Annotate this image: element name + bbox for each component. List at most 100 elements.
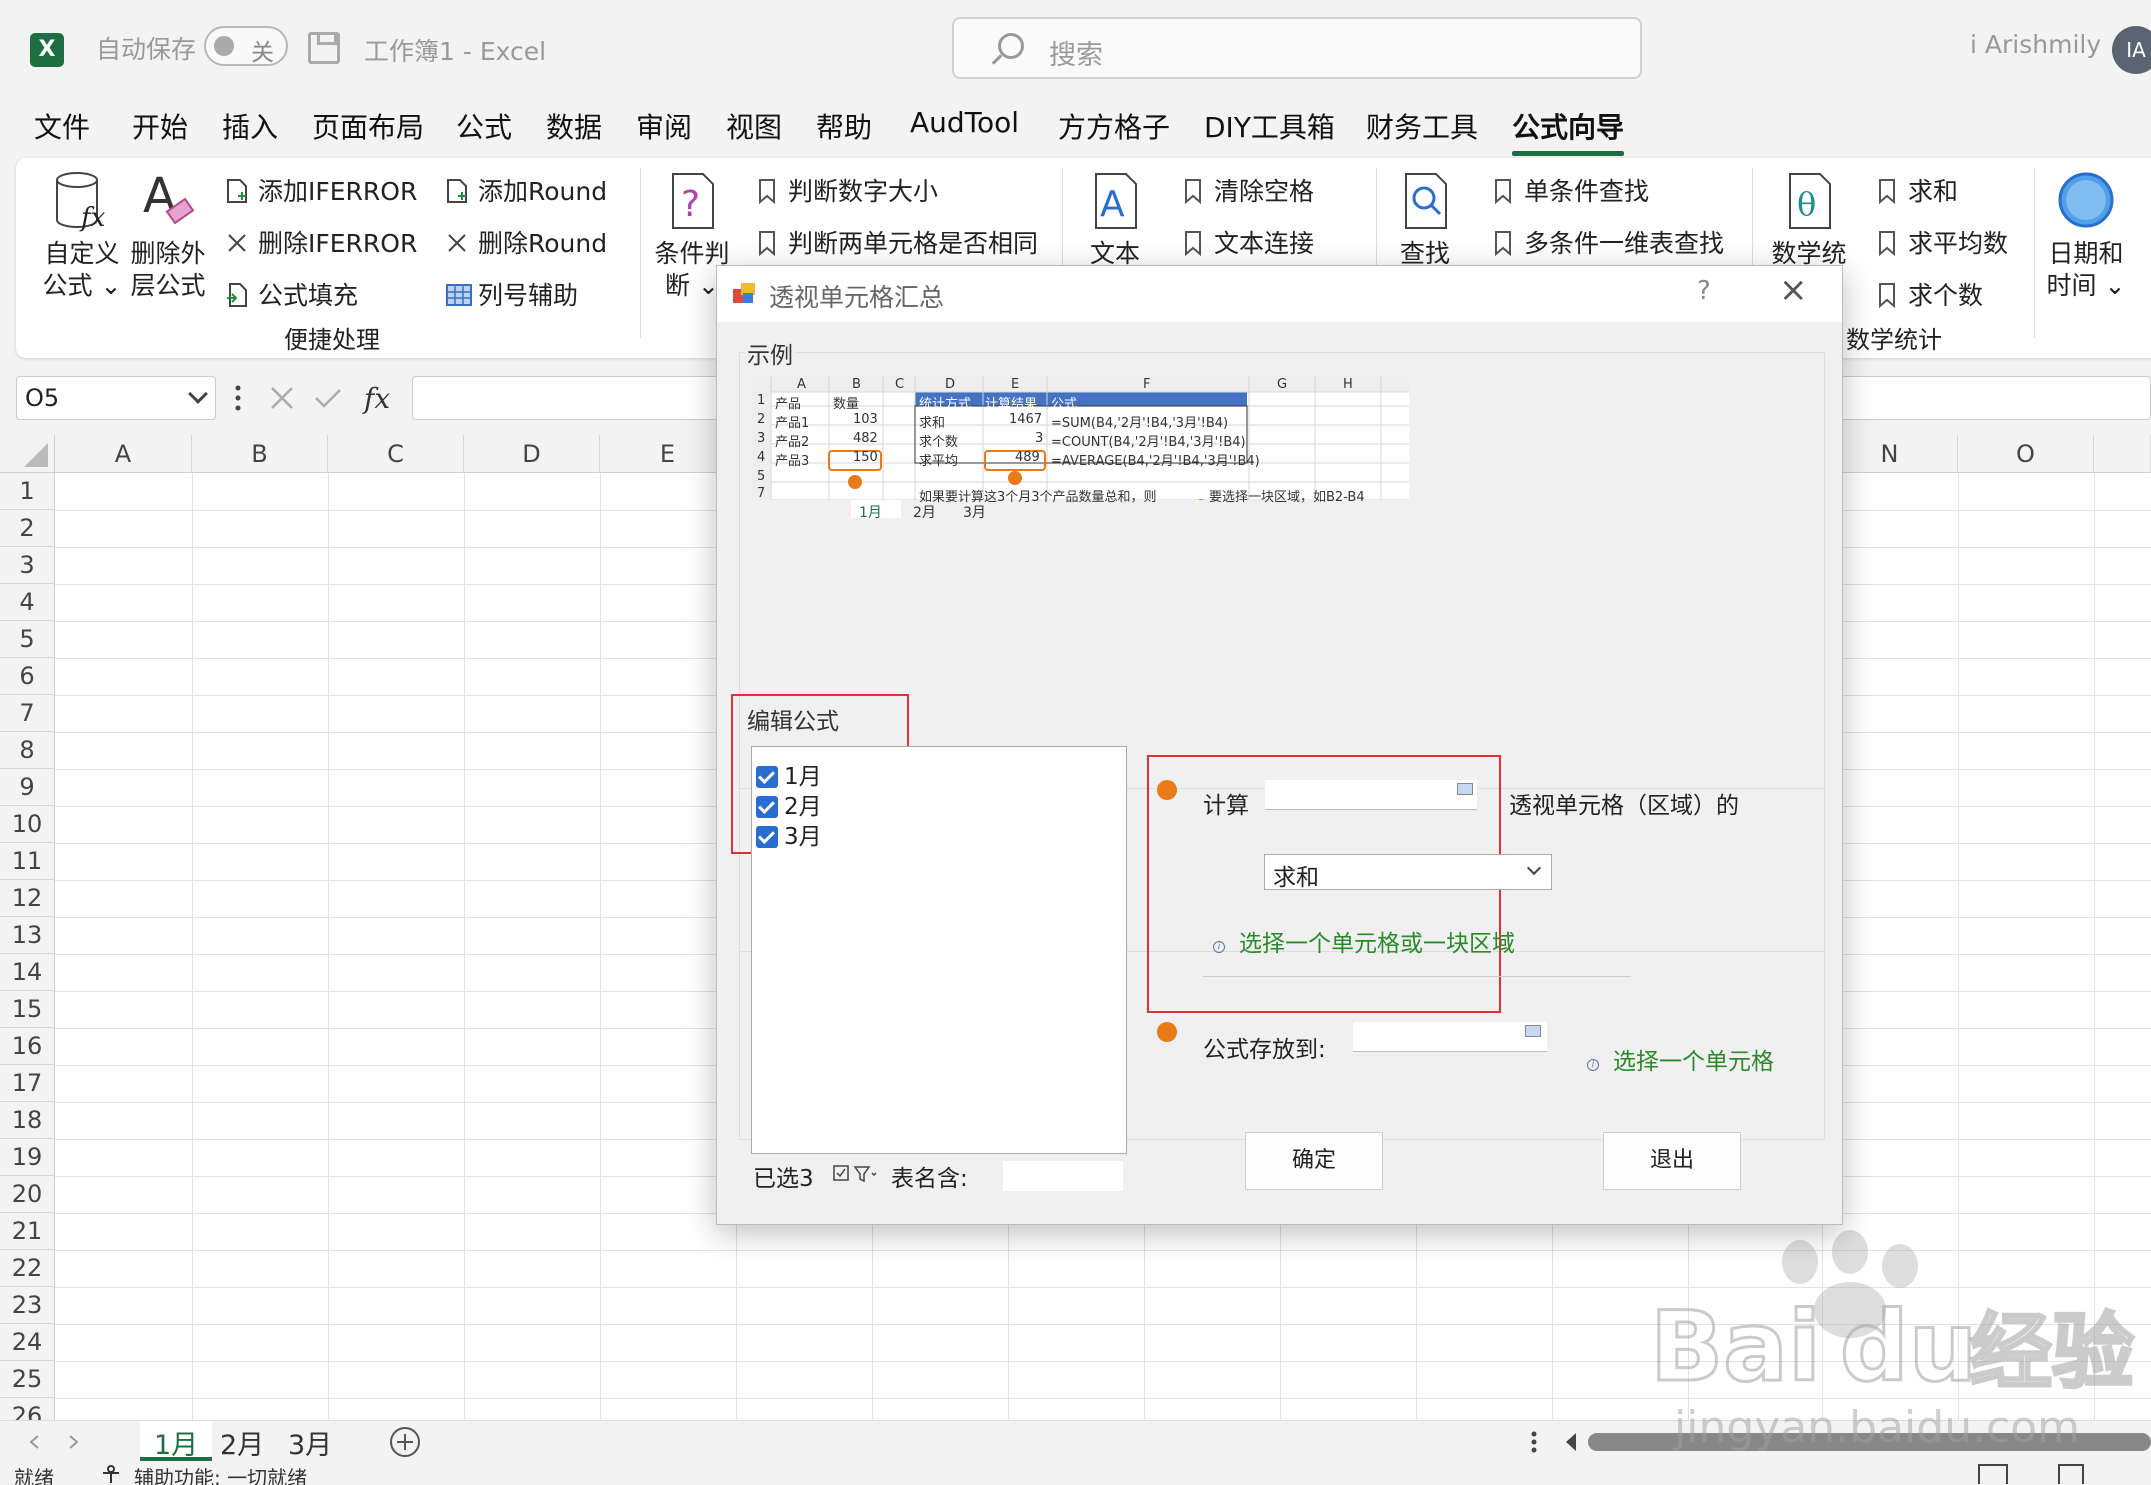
row-header[interactable]: 6: [0, 658, 55, 695]
column-header-b[interactable]: B: [192, 435, 328, 473]
user-name[interactable]: i Arishmily: [1970, 30, 2101, 59]
search-box[interactable]: 搜索: [952, 17, 1642, 79]
row-header[interactable]: 20: [0, 1176, 55, 1213]
tab-data[interactable]: 数据: [546, 106, 602, 146]
row-header[interactable]: 24: [0, 1324, 55, 1361]
column-header-p[interactable]: [2094, 435, 2151, 473]
cell-picker-icon[interactable]: [1525, 1025, 1541, 1037]
delete-round-button[interactable]: 删除Round: [446, 224, 607, 260]
autosave-toggle[interactable]: 关: [204, 26, 288, 66]
save-icon[interactable]: [308, 32, 340, 64]
tab-home[interactable]: 开始: [132, 106, 188, 146]
row-header[interactable]: 5: [0, 621, 55, 658]
row-header[interactable]: 17: [0, 1065, 55, 1102]
list-item[interactable]: 3月: [756, 817, 822, 850]
tab-review[interactable]: 审阅: [636, 106, 692, 146]
multi-condition-lookup-button[interactable]: 多条件一维表查找: [1492, 224, 1724, 260]
row-header[interactable]: 9: [0, 769, 55, 806]
more-options-icon[interactable]: [1528, 1429, 1548, 1455]
column-header-a[interactable]: A: [55, 435, 192, 473]
judge-cells-equal-button[interactable]: 判断两单元格是否相同: [756, 224, 1038, 260]
list-item[interactable]: 1月: [756, 757, 822, 790]
custom-formula-button[interactable]: fx 自定义 公式 ⌄: [42, 170, 122, 302]
normal-view-icon[interactable]: [1978, 1464, 2008, 1484]
row-header[interactable]: 21: [0, 1213, 55, 1250]
select-all-corner[interactable]: [0, 435, 55, 473]
insert-function-icon[interactable]: fx: [362, 382, 390, 415]
help-button[interactable]: ?: [1697, 276, 1711, 306]
sheet-nav-arrows-icon[interactable]: [26, 1431, 86, 1453]
sheet-tab-mar[interactable]: 3月: [274, 1421, 346, 1461]
status-accessibility[interactable]: 辅助功能: 一切就绪: [134, 1462, 307, 1485]
column-number-helper-button[interactable]: 列号辅助: [446, 276, 578, 312]
sum-button[interactable]: 求和: [1876, 172, 1958, 208]
tab-view[interactable]: 视图: [726, 106, 782, 146]
list-item[interactable]: 2月: [756, 787, 822, 820]
target-cell-input[interactable]: [1353, 1022, 1547, 1052]
row-header[interactable]: 16: [0, 1028, 55, 1065]
ok-button[interactable]: 确定: [1245, 1132, 1383, 1190]
row-header[interactable]: 22: [0, 1250, 55, 1287]
tab-file[interactable]: 文件: [34, 106, 90, 146]
range-picker-icon[interactable]: [1457, 783, 1473, 795]
row-header[interactable]: 1: [0, 473, 55, 510]
column-header-d[interactable]: D: [464, 435, 600, 473]
page-layout-view-icon[interactable]: [2058, 1464, 2084, 1484]
exit-button[interactable]: 退出: [1603, 1132, 1741, 1190]
column-header-c[interactable]: C: [328, 435, 464, 473]
sheet-tab-feb[interactable]: 2月: [206, 1421, 278, 1461]
add-sheet-icon[interactable]: [388, 1425, 422, 1459]
checkbox-checked-icon[interactable]: [756, 826, 778, 848]
text-concat-button[interactable]: 文本连接: [1182, 224, 1314, 260]
more-options-icon[interactable]: [235, 385, 241, 411]
row-header[interactable]: 12: [0, 880, 55, 917]
scroll-left-icon[interactable]: [1560, 1429, 1582, 1455]
row-header[interactable]: 3: [0, 547, 55, 584]
tab-help[interactable]: 帮助: [816, 106, 872, 146]
add-round-button[interactable]: 添加Round: [446, 172, 607, 208]
column-header-o[interactable]: O: [1958, 435, 2094, 473]
row-header[interactable]: 2: [0, 510, 55, 547]
tab-page-layout[interactable]: 页面布局: [312, 106, 424, 146]
delete-iferror-button[interactable]: 删除IFERROR: [226, 224, 417, 260]
add-iferror-button[interactable]: 添加IFERROR: [226, 172, 417, 208]
sheet-name-filter-input[interactable]: [1003, 1161, 1123, 1191]
sheet-tab-jan[interactable]: 1月: [140, 1421, 213, 1461]
clear-space-button[interactable]: 清除空格: [1182, 172, 1314, 208]
remove-outer-formula-button[interactable]: A 删除外 层公式: [128, 168, 208, 302]
average-button[interactable]: 求平均数: [1876, 224, 2008, 260]
checkbox-checked-icon[interactable]: [756, 796, 778, 818]
select-filter-icon[interactable]: [833, 1163, 879, 1185]
row-header[interactable]: 25: [0, 1361, 55, 1398]
row-header[interactable]: 13: [0, 917, 55, 954]
row-header[interactable]: 14: [0, 954, 55, 991]
tab-insert[interactable]: 插入: [222, 106, 278, 146]
tab-formulas[interactable]: 公式: [456, 106, 512, 146]
name-box[interactable]: O5: [16, 376, 216, 420]
row-header[interactable]: 11: [0, 843, 55, 880]
avatar[interactable]: IA: [2112, 26, 2151, 74]
tab-fangfang[interactable]: 方方格子: [1058, 106, 1170, 146]
source-range-input[interactable]: [1265, 780, 1477, 810]
row-header[interactable]: 4: [0, 584, 55, 621]
row-header[interactable]: 10: [0, 806, 55, 843]
row-header[interactable]: 7: [0, 695, 55, 732]
math-stats-button[interactable]: θ 数学统: [1768, 170, 1850, 270]
row-header[interactable]: 18: [0, 1102, 55, 1139]
row-header[interactable]: 23: [0, 1287, 55, 1324]
count-button[interactable]: 求个数: [1876, 276, 1983, 312]
close-icon[interactable]: ×: [1779, 270, 1808, 310]
tab-diy-toolbox[interactable]: DIY工具箱: [1204, 106, 1335, 146]
judge-number-size-button[interactable]: 判断数字大小: [756, 172, 938, 208]
lookup-button[interactable]: 查找: [1392, 170, 1458, 270]
single-condition-lookup-button[interactable]: 单条件查找: [1492, 172, 1649, 208]
text-button[interactable]: A 文本: [1082, 170, 1148, 270]
dialog-title-bar[interactable]: 透视单元格汇总 ? ×: [717, 266, 1842, 322]
confirm-icon[interactable]: [315, 389, 341, 408]
date-time-button[interactable]: 日期和 时间 ⌄: [2046, 170, 2126, 302]
row-header[interactable]: 15: [0, 991, 55, 1028]
cancel-icon[interactable]: [271, 387, 293, 409]
tab-formula-wizard[interactable]: 公式向导: [1512, 106, 1625, 156]
row-header[interactable]: 8: [0, 732, 55, 769]
fill-formula-button[interactable]: 公式填充: [226, 276, 358, 312]
